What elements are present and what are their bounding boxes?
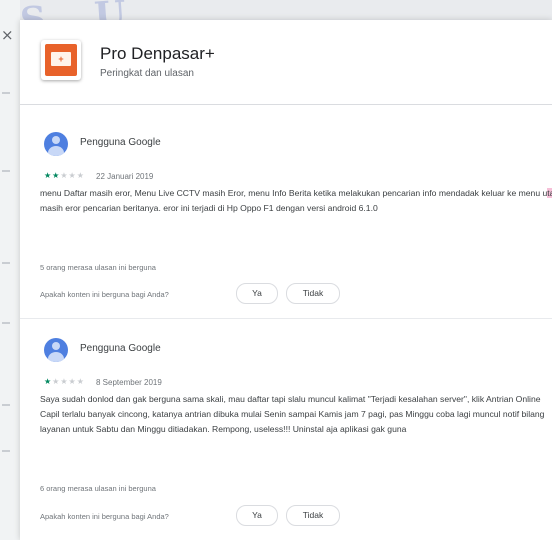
- star-icon: ★: [44, 377, 53, 386]
- background-line: [2, 322, 10, 324]
- background-line: [2, 450, 10, 452]
- review-date: 8 September 2019: [96, 378, 162, 387]
- background-line: [2, 404, 10, 406]
- user-avatar-icon: [44, 132, 68, 156]
- yes-button[interactable]: Ya: [236, 283, 278, 304]
- review-text: Saya sudah donlod dan gak berguna sama s…: [40, 392, 552, 437]
- no-button[interactable]: Tidak: [286, 505, 340, 526]
- helpful-question: Apakah konten ini berguna bagi Anda?: [40, 290, 169, 299]
- review-text-part: masih eror pencarian beritanya. eror ini…: [40, 203, 378, 213]
- review-text-part: Saya sudah donlod dan gak berguna sama s…: [40, 394, 545, 434]
- close-icon[interactable]: ×: [1, 26, 14, 44]
- star-icon: ★: [68, 171, 77, 180]
- dialog-header: + Pro Denpasar+ Peringkat dan ulasan: [20, 20, 552, 105]
- star-icon: ★: [60, 377, 69, 386]
- review-date: 22 Januari 2019: [96, 172, 154, 181]
- star-icon: ★: [76, 377, 85, 386]
- yes-button[interactable]: Ya: [236, 505, 278, 526]
- review-text-highlight: tama: [547, 188, 552, 198]
- star-icon: ★: [68, 377, 77, 386]
- dialog-subtitle: Peringkat dan ulasan: [100, 68, 194, 79]
- helpful-count: 6 orang merasa ulasan ini berguna: [40, 484, 156, 493]
- review-author: Pengguna Google: [80, 137, 161, 148]
- background-panel: ×: [0, 0, 20, 540]
- star-icon: ★: [44, 171, 53, 180]
- review-author: Pengguna Google: [80, 343, 161, 354]
- user-avatar-icon: [44, 338, 68, 362]
- review-divider: [20, 318, 552, 319]
- helpful-count: 5 orang merasa ulasan ini berguna: [40, 263, 156, 272]
- review-text-part: menu Daftar masih eror, Menu Live CCTV m…: [40, 188, 548, 198]
- helpful-question: Apakah konten ini berguna bagi Anda?: [40, 512, 169, 521]
- reviews-dialog: + Pro Denpasar+ Peringkat dan ulasan Pen…: [20, 20, 552, 540]
- background-line: [2, 92, 10, 94]
- star-rating: ★★★★★: [44, 377, 85, 386]
- app-logo-icon: +: [41, 40, 81, 80]
- review-text: menu Daftar masih eror, Menu Live CCTV m…: [40, 186, 552, 216]
- star-icon: ★: [76, 171, 85, 180]
- star-rating: ★★★★★: [44, 171, 85, 180]
- app-title: Pro Denpasar+: [100, 44, 215, 63]
- background-line: [2, 170, 10, 172]
- background-line: [2, 262, 10, 264]
- no-button[interactable]: Tidak: [286, 283, 340, 304]
- star-icon: ★: [60, 171, 69, 180]
